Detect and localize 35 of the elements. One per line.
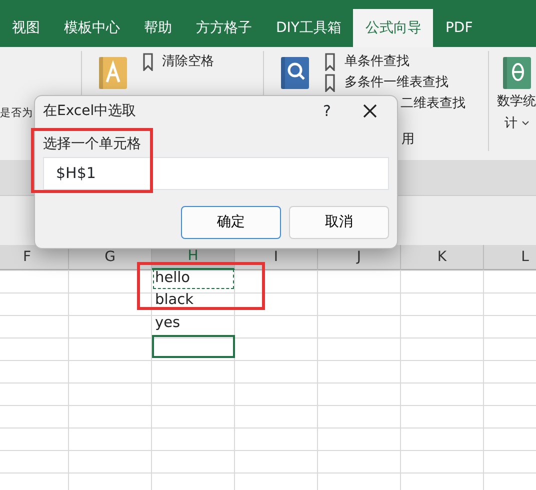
- book-icon[interactable]: [502, 56, 532, 90]
- ribbon-tab[interactable]: 方方格子: [184, 9, 264, 47]
- bookmark-icon: [324, 74, 336, 92]
- command-button[interactable]: 单条件查找: [344, 52, 410, 72]
- ribbon-tab[interactable]: DIY工具箱: [264, 9, 354, 47]
- command-button[interactable]: 二维表查找: [400, 94, 466, 114]
- table-cell[interactable]: yes: [152, 312, 235, 335]
- command-label[interactable]: 是否为: [0, 106, 33, 122]
- command-button[interactable]: 清除空格: [162, 52, 214, 72]
- table-cell[interactable]: black: [152, 290, 235, 312]
- command-button[interactable]: 多条件一维表查找: [344, 72, 448, 92]
- table-cell[interactable]: hello: [152, 268, 235, 290]
- dialog-title: 在Excel中选取: [43, 102, 138, 120]
- field-label: 选择一个单元格: [43, 135, 142, 154]
- ribbon-tab[interactable]: 模板中心: [52, 9, 132, 47]
- group-caption: 用: [401, 130, 414, 148]
- dialog-button[interactable]: 确定: [181, 206, 281, 238]
- help-button[interactable]: ?: [323, 100, 331, 122]
- column-header[interactable]: K: [401, 245, 484, 270]
- book-icon[interactable]: [280, 56, 310, 90]
- column-header[interactable]: L: [484, 245, 536, 270]
- caret-icon[interactable]: [522, 121, 528, 126]
- command-label[interactable]: 计: [504, 114, 518, 133]
- ribbon-tab[interactable]: 帮助: [132, 9, 184, 47]
- input-field[interactable]: $H$1: [43, 157, 389, 190]
- ribbon-tab[interactable]: 公式向导: [353, 9, 434, 47]
- column-header[interactable]: F: [0, 245, 69, 270]
- table-cell[interactable]: [152, 335, 235, 358]
- bookmark-icon: [324, 52, 336, 70]
- ribbon-tab[interactable]: PDF: [433, 9, 485, 47]
- bookmark-icon: [142, 52, 154, 70]
- command-label[interactable]: 数学统: [497, 92, 536, 112]
- dialog-button[interactable]: 取消: [289, 206, 389, 238]
- close-button[interactable]: [363, 104, 377, 118]
- ribbon-tab[interactable]: 视图: [0, 9, 52, 47]
